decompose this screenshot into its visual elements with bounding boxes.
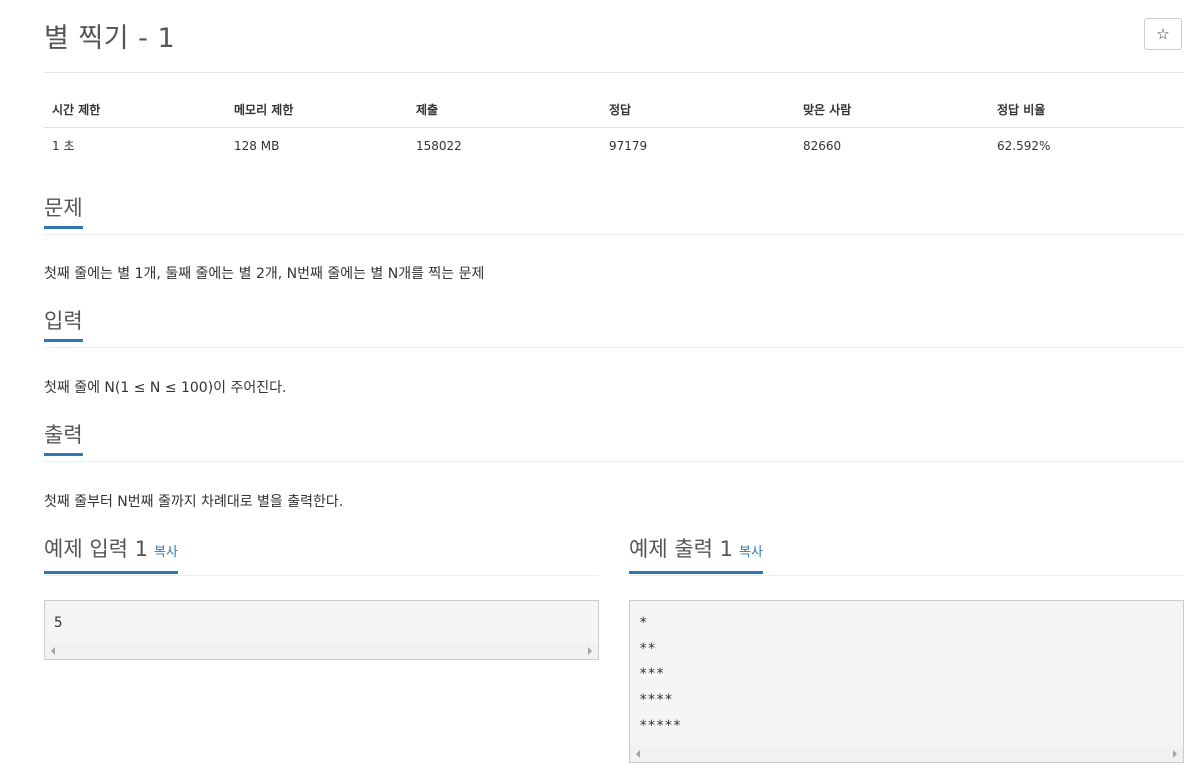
sample-output-box: * ** *** **** ***** <box>629 600 1184 763</box>
header-solved-users: 맞은 사람 <box>795 92 989 128</box>
input-text: 첫째 줄에 N(1 ≤ N ≤ 100)이 주어진다. <box>44 380 287 396</box>
star-icon: ☆ <box>1156 24 1170 43</box>
header-submissions: 제출 <box>408 92 601 128</box>
input-heading: 입력 <box>44 307 83 342</box>
description-text: 첫째 줄에는 별 1개, 둘째 줄에는 별 2개, N번째 줄에는 별 N개를 … <box>44 266 485 282</box>
title-divider <box>44 72 1184 73</box>
favorite-star-button[interactable]: ☆ <box>1144 18 1182 50</box>
problem-info-table: 시간 제한 메모리 제한 제출 정답 맞은 사람 정답 비율 1 초 128 M… <box>44 92 1184 163</box>
header-memory-limit: 메모리 제한 <box>226 92 408 128</box>
description-section-header: 문제 <box>44 194 1184 235</box>
sample-input-lines: 5 <box>45 601 598 639</box>
sample-output-line: *** <box>639 666 665 683</box>
value-accepted: 97179 <box>609 138 648 153</box>
value-submissions: 158022 <box>416 138 462 153</box>
sample-input-heading-wrap: 예제 입력 1 복사 <box>44 535 178 574</box>
sample-input-heading: 예제 입력 1 <box>44 537 148 561</box>
sample-output-line: ***** <box>639 717 682 734</box>
value-solved-users: 82660 <box>803 138 842 153</box>
sample-output-line: * <box>639 615 648 631</box>
description-heading: 문제 <box>44 194 83 229</box>
input-section-header: 입력 <box>44 307 1184 348</box>
header-accept-ratio: 정답 비율 <box>989 92 1184 128</box>
value-accept-ratio: 62.592% <box>997 138 1051 153</box>
sample-input-line: 5 <box>54 615 63 631</box>
output-heading: 출력 <box>44 421 83 456</box>
info-value-row: 1 초 128 MB 158022 97179 82660 62.592% <box>44 128 1184 164</box>
header-accepted: 정답 <box>601 92 795 128</box>
scroll-right-icon[interactable] <box>588 647 592 655</box>
output-text: 첫째 줄부터 N번째 줄까지 차례대로 별을 출력한다. <box>44 494 344 510</box>
info-header-row: 시간 제한 메모리 제한 제출 정답 맞은 사람 정답 비율 <box>44 92 1184 128</box>
problem-title: 별 찍기 - 1 <box>44 23 176 54</box>
sample-output-scrollbar[interactable] <box>630 746 1183 762</box>
sample-output-lines: * ** *** **** ***** <box>630 601 1183 741</box>
sample-output-header: 예제 출력 1 복사 <box>629 535 1184 576</box>
output-section-header: 출력 <box>44 421 1184 462</box>
sample-input-box: 5 <box>44 600 599 660</box>
sample-output-copy-button[interactable]: 복사 <box>739 545 763 560</box>
sample-output-line: ** <box>639 640 656 657</box>
sample-input-header: 예제 입력 1 복사 <box>44 535 599 576</box>
header-time-limit: 시간 제한 <box>44 92 226 128</box>
sample-input-copy-button[interactable]: 복사 <box>154 545 178 560</box>
sample-output-line: **** <box>639 692 673 709</box>
value-time-limit: 1 초 <box>52 139 75 153</box>
sample-output-heading-wrap: 예제 출력 1 복사 <box>629 535 763 574</box>
sample-output-heading: 예제 출력 1 <box>629 537 733 561</box>
sample-input-scrollbar[interactable] <box>45 643 598 659</box>
value-memory-limit: 128 MB <box>234 138 280 153</box>
scroll-right-icon[interactable] <box>1173 750 1177 758</box>
scroll-left-icon[interactable] <box>636 750 640 758</box>
scroll-left-icon[interactable] <box>51 647 55 655</box>
